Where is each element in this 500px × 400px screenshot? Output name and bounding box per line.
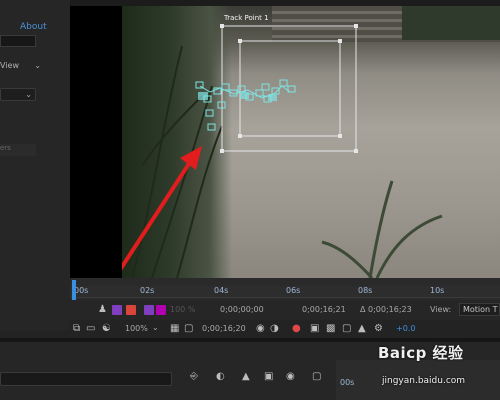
view-select-value: View xyxy=(0,61,19,70)
text-field[interactable] xyxy=(0,35,36,47)
view-select[interactable]: View ⌄ xyxy=(0,60,44,73)
binocular-icon[interactable]: ☯ xyxy=(102,324,111,334)
fast-preview-icon[interactable]: ⚙ xyxy=(374,324,383,334)
lower-tick-label: 00s xyxy=(340,378,355,387)
region-of-interest-icon[interactable]: ▣ xyxy=(310,324,319,334)
viewer-controls-bottom: ⧉ ▭ ☯ 100% ⌄ ▦ ▢ 0;00;16;20 ◉ ◑ ● ▣ ▩ ▢ … xyxy=(70,320,500,338)
plant-stems xyxy=(131,45,223,278)
watermark-url: jingyan.baidu.com xyxy=(382,376,466,386)
range-out-time[interactable]: 0;00;16;21 xyxy=(302,305,346,314)
motion-blur-icon[interactable]: ▲ xyxy=(242,372,250,382)
duration-time: Δ 0;00;16;23 xyxy=(360,305,412,314)
grid-icon[interactable]: ▦ xyxy=(170,324,179,334)
viewer-controls-top: ♟ 100 % 0;00;00;00 0;00;16;21 Δ 0;00;16;… xyxy=(70,300,500,320)
current-time[interactable]: 0;00;16;20 xyxy=(202,324,246,333)
tick-label: 02s xyxy=(140,286,155,295)
annotation-arrow xyxy=(122,146,202,271)
render-percent: 100 % xyxy=(170,305,196,314)
always-preview-icon[interactable]: ⧉ xyxy=(73,324,80,334)
flowchart-icon[interactable]: ▲ xyxy=(358,324,366,334)
viewer-overlay xyxy=(122,24,443,278)
chevron-down-icon[interactable]: ⌄ xyxy=(152,323,159,332)
color-channel-button[interactable] xyxy=(126,305,136,315)
composition-viewer[interactable] xyxy=(122,6,500,278)
view-label: View: xyxy=(430,305,452,314)
watermark-logo: Baiср 经验 xyxy=(378,344,464,362)
color-channel-button[interactable] xyxy=(144,305,154,315)
layer-search-input[interactable] xyxy=(0,372,172,386)
color-channels-icon[interactable]: ● xyxy=(292,324,301,334)
camera-icon[interactable]: ◉ xyxy=(256,324,265,334)
track-point-label: Track Point 1 xyxy=(224,14,269,22)
monitor-icon[interactable]: ▭ xyxy=(86,324,95,334)
tick-label: 08s xyxy=(358,286,373,295)
shy-layers-icon[interactable]: ⎆ xyxy=(190,372,198,382)
frame-blending-icon[interactable]: ◐ xyxy=(216,372,225,382)
3d-view-icon[interactable]: ▢ xyxy=(342,324,351,334)
transparency-grid-icon[interactable]: ▩ xyxy=(326,324,335,334)
about-link[interactable]: About xyxy=(20,22,47,32)
time-ruler[interactable]: 00s 02s 04s 06s 08s 10s xyxy=(70,286,500,298)
tick-label: 06s xyxy=(286,286,301,295)
comp-mini-flowchart-icon[interactable]: ▢ xyxy=(312,372,321,382)
chevron-down-icon: ⌄ xyxy=(34,61,41,70)
chevron-down-icon: ⌄ xyxy=(25,90,32,99)
truncated-label: ers xyxy=(0,144,36,156)
show-snapshot-icon[interactable]: ◑ xyxy=(270,324,279,334)
zoom-select[interactable]: 100% xyxy=(125,324,148,333)
draft-3d-icon[interactable]: ◉ xyxy=(286,372,295,382)
mask-icon[interactable]: ▢ xyxy=(184,324,193,334)
tick-label: 04s xyxy=(214,286,229,295)
view-dropdown[interactable]: Motion T xyxy=(459,303,500,316)
exposure-value[interactable]: +0.0 xyxy=(396,324,415,333)
region-handles[interactable] xyxy=(220,24,358,153)
color-channel-button[interactable] xyxy=(156,305,166,315)
graph-editor-icon[interactable]: ▣ xyxy=(264,372,273,382)
color-channel-button[interactable] xyxy=(112,305,122,315)
viewer-pasteboard xyxy=(70,6,122,278)
secondary-select[interactable]: ⌄ xyxy=(0,88,36,101)
tick-label: 10s xyxy=(430,286,445,295)
search-region-box[interactable] xyxy=(221,25,357,152)
person-icon[interactable]: ♟ xyxy=(98,305,107,315)
range-in-time[interactable]: 0;00;00;00 xyxy=(220,305,264,314)
effect-controls-panel: About View ⌄ ⌄ ers xyxy=(0,0,70,330)
tick-label: 00s xyxy=(74,286,89,295)
playhead[interactable] xyxy=(72,280,76,300)
feature-region-box[interactable] xyxy=(239,40,341,137)
grass-right xyxy=(321,180,443,278)
